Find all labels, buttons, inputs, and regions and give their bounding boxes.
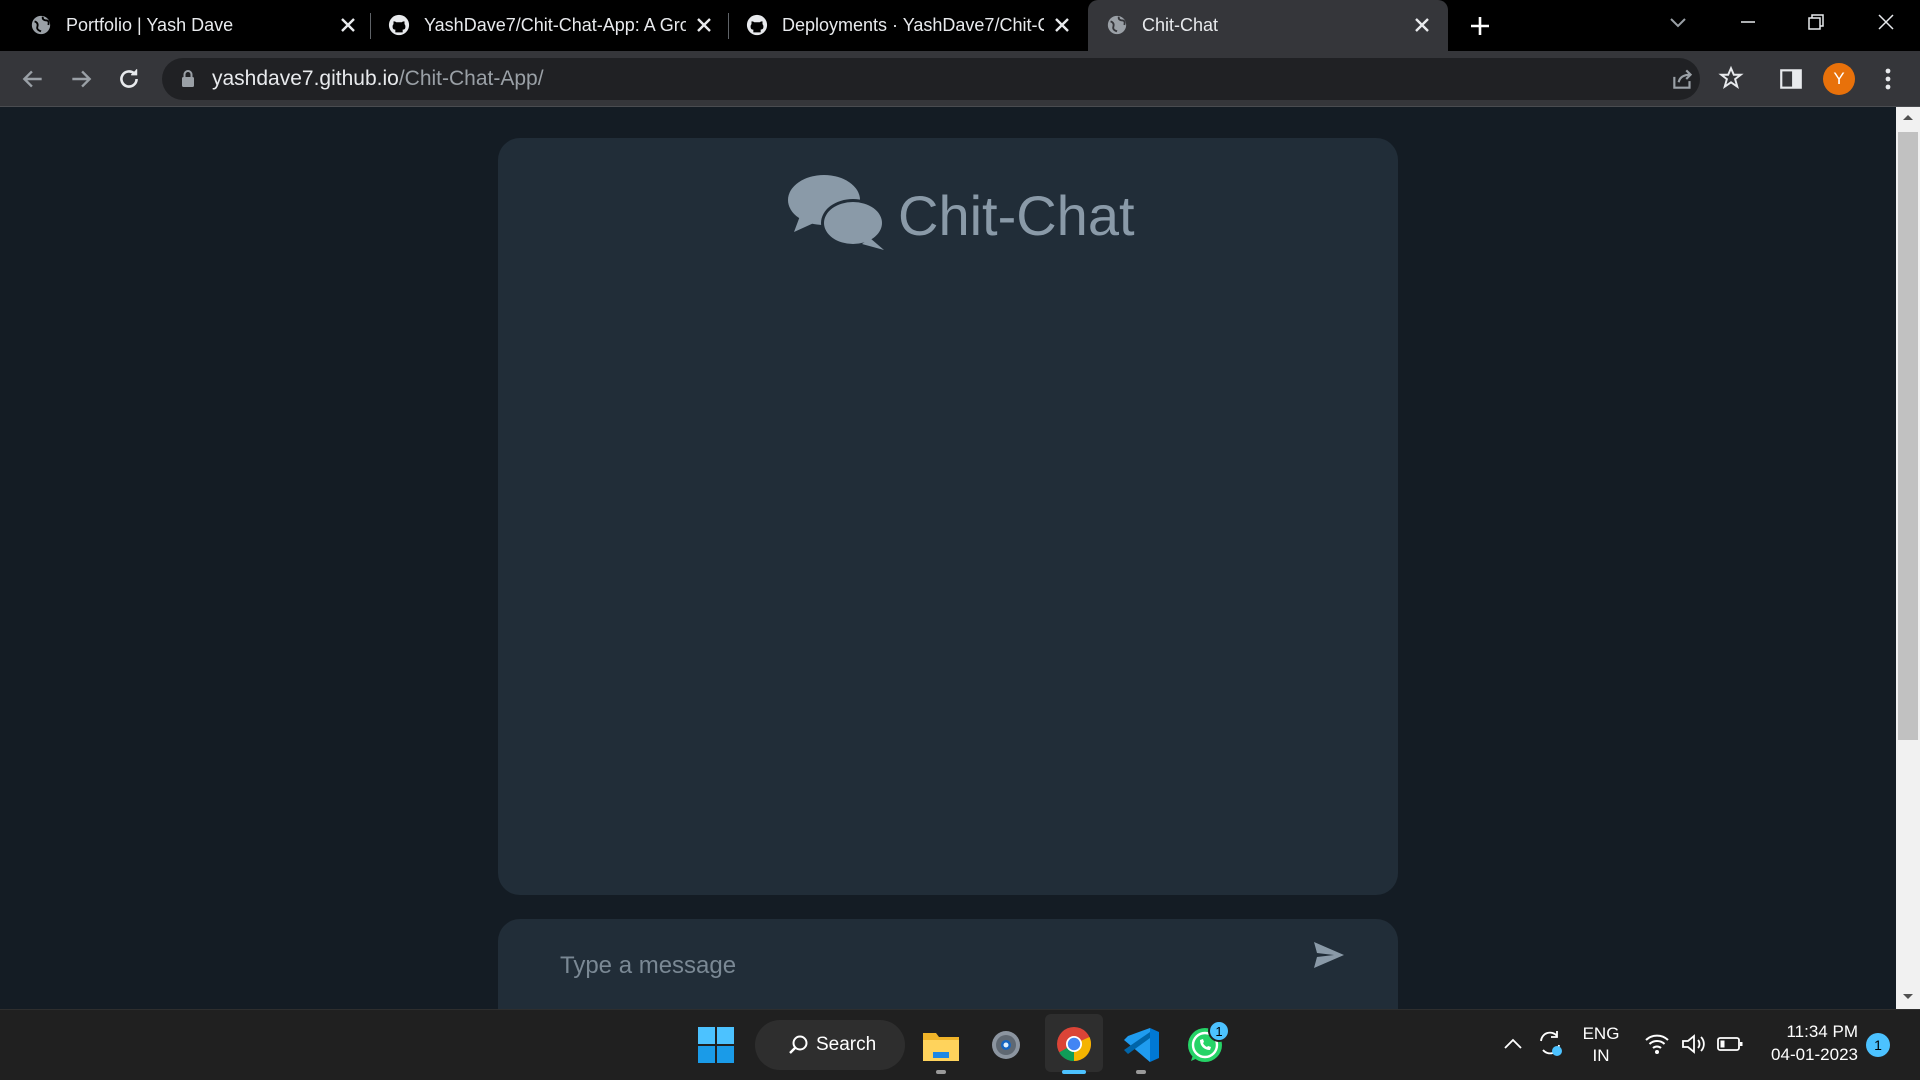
close-icon[interactable] (1412, 15, 1432, 35)
reload-icon[interactable] (116, 66, 142, 92)
github-icon (388, 14, 410, 36)
region-code: IN (1592, 1046, 1610, 1065)
minimize-icon[interactable] (1736, 10, 1760, 34)
globe-icon (1107, 15, 1127, 35)
taskbar (0, 1009, 1920, 1080)
new-tab-icon[interactable] (1468, 14, 1492, 38)
sync-icon[interactable] (1535, 1028, 1565, 1058)
send-icon[interactable] (1312, 940, 1346, 970)
back-arrow-icon[interactable] (20, 66, 46, 92)
tab-title: YashDave7/Chit-Chat-App: A Gro (424, 15, 686, 35)
tab-deployments[interactable]: Deployments · YashDave7/Chit-C (730, 0, 1086, 51)
app-running-indicator (936, 1070, 946, 1074)
tab-search-chevron-icon[interactable] (1666, 12, 1690, 32)
app-active-indicator (1062, 1070, 1086, 1074)
tab-title: Chit-Chat (1142, 15, 1219, 35)
side-panel-icon[interactable] (1778, 66, 1804, 92)
profile-avatar[interactable]: Y (1823, 63, 1855, 95)
windows-start-icon[interactable] (698, 1027, 734, 1063)
url-text[interactable]: yashdave7.github.io/Chit-Chat-App/ (212, 67, 544, 91)
chat-panel (498, 138, 1398, 895)
notification-count: 1 (1874, 1037, 1882, 1053)
wifi-icon[interactable] (1644, 1032, 1670, 1056)
tab-title: Portfolio | Yash Dave (66, 15, 234, 35)
forward-arrow-icon[interactable] (68, 66, 94, 92)
url-host: yashdave7.github.io (212, 67, 399, 90)
more-menu-icon[interactable] (1876, 66, 1900, 92)
restore-icon[interactable] (1804, 10, 1828, 34)
language-code: ENG (1582, 1024, 1620, 1043)
tab-title: Deployments · YashDave7/Chit-C (782, 15, 1044, 35)
close-icon[interactable] (338, 15, 358, 35)
settings-icon[interactable] (988, 1027, 1024, 1063)
tab-chit-chat[interactable]: Chit-Chat (1088, 0, 1448, 51)
volume-icon[interactable] (1680, 1032, 1706, 1056)
file-explorer-icon[interactable] (922, 1027, 960, 1063)
lock-icon[interactable] (180, 69, 196, 89)
tab-github-repo[interactable]: YashDave7/Chit-Chat-App: A Gro (372, 0, 730, 51)
message-input[interactable] (560, 945, 1280, 987)
scroll-down-arrow-icon[interactable] (1900, 992, 1916, 1002)
chrome-icon (1057, 1027, 1092, 1061)
vscode-icon[interactable] (1122, 1026, 1160, 1064)
tab-divider (370, 13, 371, 39)
share-icon[interactable] (1670, 66, 1696, 92)
clock[interactable]: 11:34 PM 04-01-2023 (1758, 1022, 1858, 1065)
clock-date: 04-01-2023 (1771, 1045, 1858, 1064)
language-indicator[interactable]: ENG IN (1580, 1024, 1622, 1066)
clock-time: 11:34 PM (1786, 1022, 1858, 1041)
bookmark-star-icon[interactable] (1718, 65, 1744, 91)
scroll-up-arrow-icon[interactable] (1900, 112, 1916, 122)
notification-badge[interactable]: 1 (1866, 1033, 1890, 1057)
close-icon[interactable] (694, 15, 714, 35)
search-icon (789, 1035, 808, 1054)
whatsapp-badge: 1 (1208, 1020, 1230, 1042)
search-label: Search (816, 1034, 877, 1055)
show-hidden-icons-chevron-icon[interactable] (1502, 1034, 1524, 1054)
tab-divider (728, 13, 729, 39)
window-close-icon[interactable] (1874, 10, 1898, 34)
app-running-indicator (1136, 1070, 1146, 1074)
globe-icon (31, 15, 51, 35)
tab-portfolio[interactable]: Portfolio | Yash Dave (0, 0, 370, 51)
app-title: Chit-Chat (898, 184, 1135, 247)
url-path: /Chit-Chat-App/ (398, 67, 544, 90)
whatsapp-badge-count: 1 (1215, 1023, 1223, 1039)
profile-initial: Y (1833, 69, 1845, 88)
scrollbar-thumb[interactable] (1898, 132, 1918, 740)
close-icon[interactable] (1052, 15, 1072, 35)
github-icon (746, 14, 768, 36)
battery-icon[interactable] (1716, 1034, 1744, 1054)
comments-icon (788, 175, 885, 250)
